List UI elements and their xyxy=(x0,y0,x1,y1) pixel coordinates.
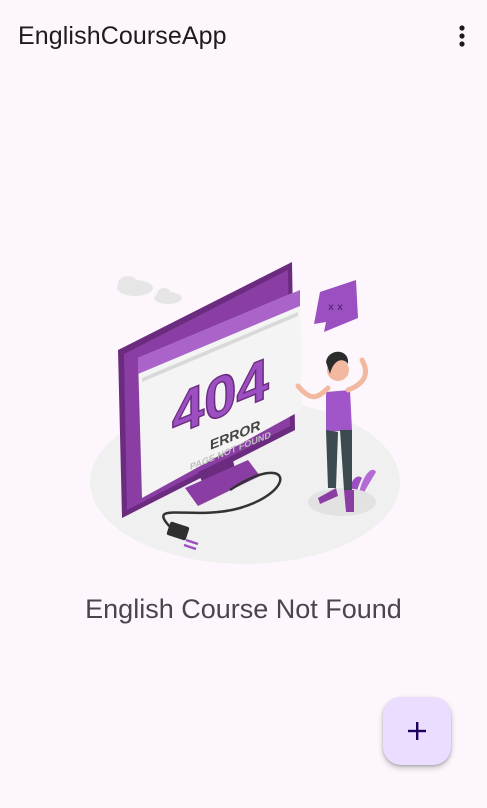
plus-icon xyxy=(408,722,426,740)
empty-state-message: English Course Not Found xyxy=(85,594,402,624)
more-options-button[interactable] xyxy=(444,18,480,54)
not-found-illustration: 404 ERROR PAGE NOT FOUND x x xyxy=(90,262,400,564)
top-app-bar: EnglishCourseApp xyxy=(0,0,487,76)
more-vert-icon xyxy=(459,25,465,47)
cloud-icon xyxy=(117,276,182,304)
add-course-button[interactable] xyxy=(383,697,451,765)
svg-text:x x: x x xyxy=(328,302,343,313)
app-title: EnglishCourseApp xyxy=(18,22,227,50)
